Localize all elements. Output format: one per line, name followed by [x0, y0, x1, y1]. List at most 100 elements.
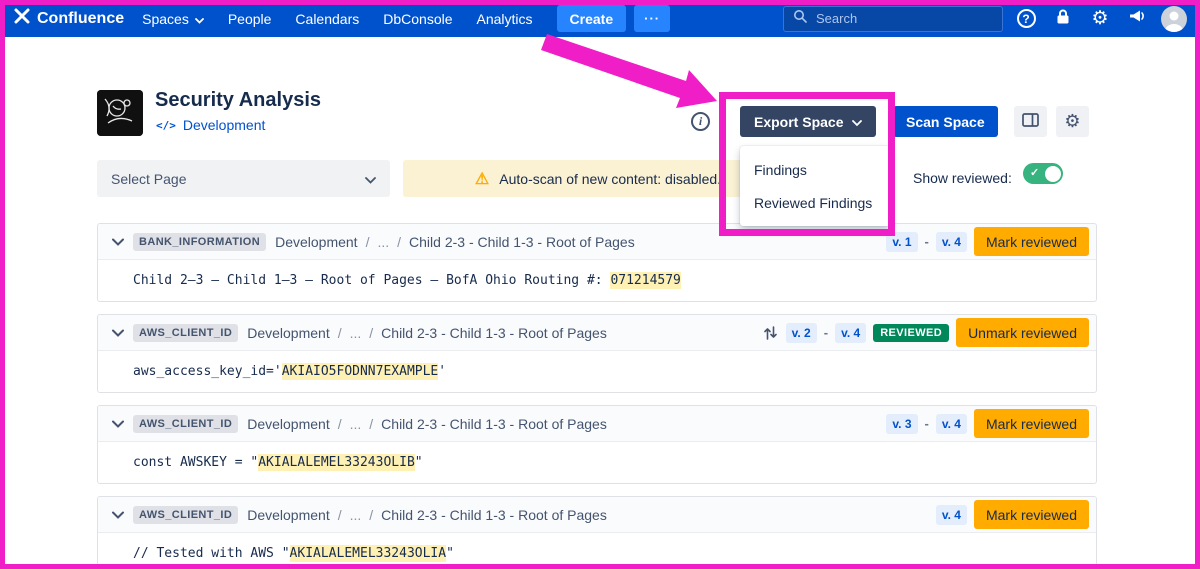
show-reviewed-toggle[interactable]: ✓	[1023, 163, 1063, 184]
breadcrumb: Development / ... / Child 2-3 - Child 1-…	[247, 416, 607, 432]
chevron-down-icon	[365, 171, 376, 187]
finding-header: AWS_CLIENT_ID Development / ... / Child …	[98, 406, 1096, 442]
space-link-development[interactable]: </> Development	[156, 117, 265, 133]
breadcrumb-ellipsis: ...	[377, 234, 389, 250]
finding-code: Child 2–3 – Child 1–3 – Root of Pages – …	[98, 260, 1096, 301]
breadcrumb-ellipsis: ...	[350, 416, 362, 432]
breadcrumb-page[interactable]: Child 2-3 - Child 1-3 - Root of Pages	[381, 325, 607, 341]
unmark-reviewed-button[interactable]: Unmark reviewed	[956, 318, 1089, 347]
breadcrumb-space[interactable]: Development	[247, 416, 330, 432]
admin-lock-button[interactable]	[1049, 5, 1077, 33]
navbar-more-button[interactable]: ···	[634, 5, 670, 32]
top-navbar: Confluence Spaces People Calendars DbCon…	[0, 0, 1200, 37]
settings-button[interactable]: ⚙	[1086, 5, 1114, 33]
menu-item-findings[interactable]: Findings	[740, 153, 890, 186]
confluence-home-link[interactable]: Confluence	[12, 8, 130, 29]
mark-reviewed-button[interactable]: Mark reviewed	[974, 227, 1089, 256]
version-dash: -	[925, 234, 929, 249]
brand-name: Confluence	[37, 10, 124, 28]
user-avatar[interactable]	[1160, 5, 1188, 33]
breadcrumb-page[interactable]: Child 2-3 - Child 1-3 - Root of Pages	[381, 416, 607, 432]
nav-dbconsole[interactable]: DbConsole	[371, 0, 464, 37]
code-text: const AWSKEY = "	[133, 455, 258, 470]
finding-card: AWS_CLIENT_ID Development / ... / Child …	[97, 314, 1097, 393]
compare-versions-icon[interactable]	[764, 326, 777, 340]
version-link[interactable]: v. 4	[936, 505, 967, 525]
chevron-down-icon[interactable]	[112, 238, 124, 246]
finding-card: BANK_INFORMATION Development / ... / Chi…	[97, 223, 1097, 302]
breadcrumb-ellipsis: ...	[350, 507, 362, 523]
code-text: "	[446, 546, 454, 561]
findings-list: BANK_INFORMATION Development / ... / Chi…	[97, 223, 1097, 569]
confluence-logo-icon	[14, 8, 30, 29]
version-link[interactable]: v. 2	[786, 323, 817, 343]
page-select-dropdown[interactable]: Select Page	[97, 160, 390, 197]
version-link[interactable]: v. 4	[936, 414, 967, 434]
version-dash: -	[824, 325, 828, 340]
finding-header: AWS_CLIENT_ID Development / ... / Child …	[98, 315, 1096, 351]
chevron-down-icon[interactable]	[112, 420, 124, 428]
code-text: // Tested with AWS "	[133, 546, 290, 561]
nav-calendars[interactable]: Calendars	[283, 0, 371, 37]
finding-card: AWS_CLIENT_ID Development / ... / Child …	[97, 496, 1097, 569]
mark-reviewed-button[interactable]: Mark reviewed	[974, 409, 1089, 438]
breadcrumb-separator: /	[397, 234, 401, 250]
version-link[interactable]: v. 4	[835, 323, 866, 343]
breadcrumb-space[interactable]: Development	[247, 507, 330, 523]
finding-code: aws_access_key_id='AKIAIO5FODNN7EXAMPLE'	[98, 351, 1096, 392]
space-logo[interactable]	[97, 90, 143, 136]
finding-code: // Tested with AWS "AKIALALEMEL33243OLIA…	[98, 533, 1096, 569]
code-text: Child 2–3 – Child 1–3 – Root of Pages – …	[133, 273, 610, 288]
breadcrumb-space[interactable]: Development	[247, 325, 330, 341]
board-view-button[interactable]	[1014, 106, 1047, 137]
mark-reviewed-button[interactable]: Mark reviewed	[974, 500, 1089, 529]
autoscan-warning-banner: ⚠ Auto-scan of new content: disabled.	[403, 160, 793, 197]
lock-icon	[1055, 8, 1071, 30]
breadcrumb-separator: /	[338, 416, 342, 432]
nav-people[interactable]: People	[216, 0, 284, 37]
finding-actions: v. 3 - v. 4 Mark reviewed	[886, 409, 1089, 438]
check-icon: ✓	[1030, 166, 1039, 179]
page-select-value: Select Page	[111, 171, 187, 187]
finding-code: const AWSKEY = "AKIALALEMEL33243OLIB"	[98, 442, 1096, 483]
search-input[interactable]	[814, 10, 993, 27]
nav-spaces[interactable]: Spaces	[130, 0, 216, 37]
warning-icon: ⚠	[475, 169, 489, 189]
code-match-highlight: AKIALALEMEL33243OLIB	[258, 454, 415, 471]
breadcrumb-separator: /	[338, 325, 342, 341]
breadcrumb-page[interactable]: Child 2-3 - Child 1-3 - Root of Pages	[409, 234, 635, 250]
version-link[interactable]: v. 3	[886, 414, 917, 434]
help-button[interactable]: ?	[1012, 5, 1040, 33]
chevron-down-icon[interactable]	[112, 511, 124, 519]
nav-analytics[interactable]: Analytics	[465, 0, 545, 37]
search-box[interactable]	[783, 6, 1003, 32]
breadcrumb-page[interactable]: Child 2-3 - Child 1-3 - Root of Pages	[381, 507, 607, 523]
breadcrumb-separator: /	[338, 507, 342, 523]
breadcrumb-separator: /	[369, 325, 373, 341]
export-space-button[interactable]: Export Space	[740, 106, 876, 137]
gear-icon: ⚙	[1064, 111, 1080, 132]
chevron-down-icon[interactable]	[112, 329, 124, 337]
menu-item-reviewed-findings[interactable]: Reviewed Findings	[740, 186, 890, 219]
create-button[interactable]: Create	[557, 5, 627, 32]
breadcrumb-space[interactable]: Development	[275, 234, 358, 250]
feedback-button[interactable]	[1123, 5, 1151, 33]
info-icon[interactable]: i	[691, 112, 710, 131]
code-match-highlight: 071214579	[610, 272, 680, 289]
version-link[interactable]: v. 1	[886, 232, 917, 252]
breadcrumb-separator: /	[366, 234, 370, 250]
version-link[interactable]: v. 4	[936, 232, 967, 252]
finding-actions: v. 1 - v. 4 Mark reviewed	[886, 227, 1089, 256]
breadcrumb: Development / ... / Child 2-3 - Child 1-…	[247, 507, 607, 523]
code-text: aws_access_key_id='	[133, 364, 282, 379]
breadcrumb-ellipsis: ...	[350, 325, 362, 341]
export-space-menu: Findings Reviewed Findings	[740, 146, 890, 226]
breadcrumb-separator: /	[369, 507, 373, 523]
show-reviewed-label: Show reviewed:	[913, 170, 1012, 186]
scan-space-button[interactable]: Scan Space	[893, 106, 998, 137]
space-settings-button[interactable]: ⚙	[1056, 106, 1089, 137]
toggle-knob	[1045, 166, 1061, 182]
reviewed-badge: REVIEWED	[873, 324, 949, 342]
search-icon	[793, 9, 807, 28]
page-title: Security Analysis	[155, 89, 321, 112]
